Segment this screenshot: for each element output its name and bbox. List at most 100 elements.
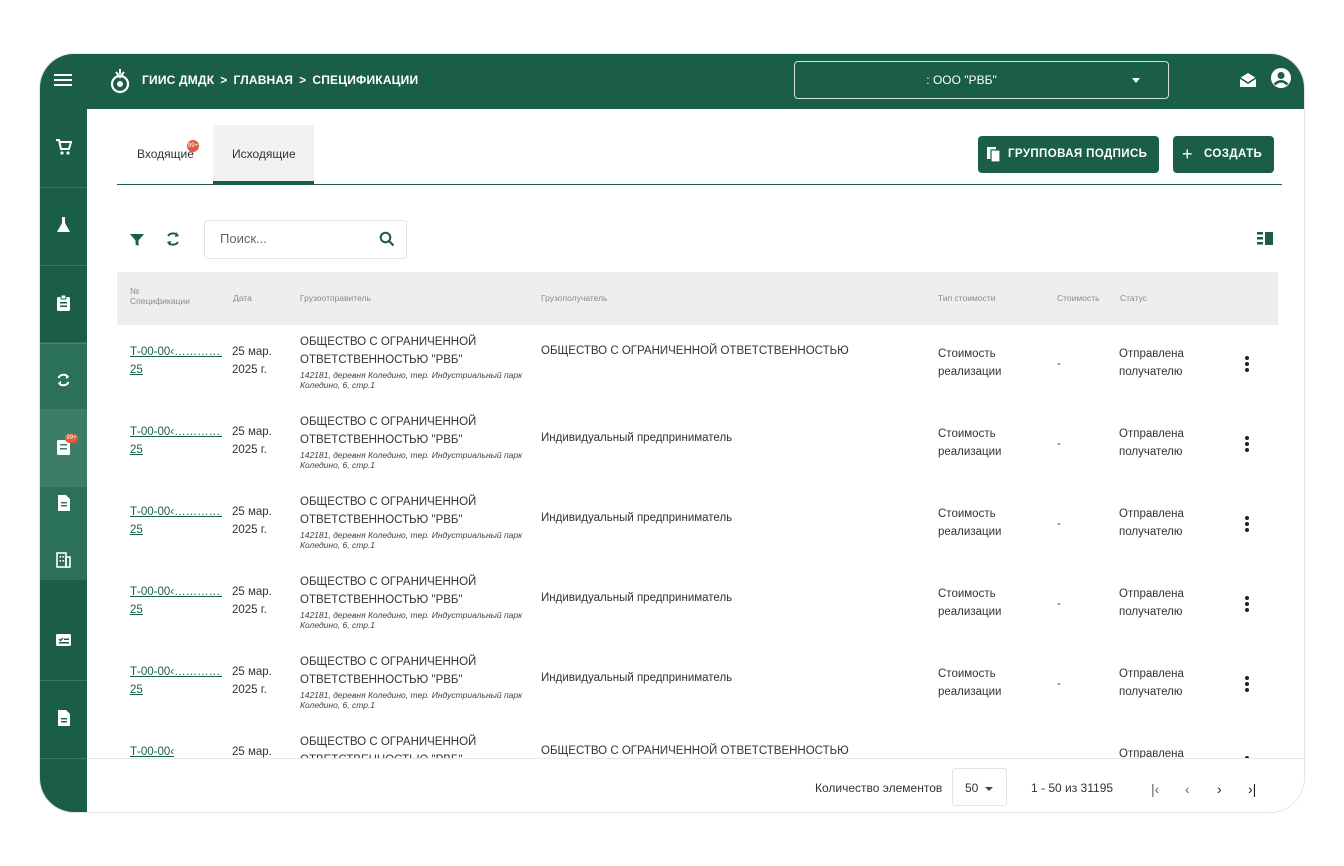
- sidebar-item-lab[interactable]: [40, 187, 87, 266]
- tab-incoming-label: Входящие: [137, 147, 194, 161]
- page-size-value: 50: [965, 781, 979, 795]
- breadcrumb-current: СПЕЦИФИКАЦИИ: [312, 73, 419, 87]
- table-row[interactable]: Т-00-00‹……………- 25 25 мар. 2025 г. ОБЩЕСТВО С…: [117, 565, 1278, 646]
- sidebar-item-organizations[interactable]: [40, 521, 87, 599]
- organization-select[interactable]: : ООО "РВБ": [794, 61, 1169, 99]
- column-status[interactable]: Статус: [1120, 293, 1147, 303]
- column-cost-type[interactable]: Тип стоимости: [938, 293, 996, 303]
- spec-number-link[interactable]: Т-00-00‹……………- 25: [130, 663, 222, 699]
- sender-cell: ОБЩЕСТВО С ОГРАНИЧЕННОЙ ОТВЕТСТВЕННОСТЬЮ…: [300, 493, 525, 550]
- cost-type-line2: реализации: [938, 526, 1002, 538]
- next-page-icon[interactable]: ›: [1217, 781, 1222, 797]
- table-row[interactable]: Т-00-00‹ 25 мар. ОБЩЕСТВО С ОГРАНИЧЕННОЙ О…: [117, 725, 1278, 759]
- sidebar-item-file[interactable]: [40, 680, 87, 759]
- tab-outgoing-label: Исходящие: [232, 147, 296, 161]
- sender-cell: ОБЩЕСТВО С ОГРАНИЧЕННОЙ ОТВЕТСТВЕННОСТЬЮ…: [300, 653, 525, 710]
- group-sign-button[interactable]: ГРУППОВАЯ ПОДПИСЬ: [978, 136, 1159, 173]
- column-sender[interactable]: Грузоотправитель: [300, 293, 371, 303]
- table-row[interactable]: Т-00-00‹……………- 25 25 мар. 2025 г. ОБЩЕСТВО С…: [117, 325, 1278, 406]
- spec-number: Т-00-00‹……………-: [130, 666, 222, 678]
- more-vert-icon[interactable]: [1245, 436, 1249, 452]
- column-receiver[interactable]: Грузополучатель: [541, 293, 608, 303]
- create-button[interactable]: + СОЗДАТЬ: [1173, 136, 1274, 173]
- document-icon: [58, 495, 70, 511]
- cost-type-cell: Стоимость реализации: [938, 585, 1001, 621]
- search-input[interactable]: [218, 230, 372, 247]
- receiver-cell: Индивидуальный предприниматель: [541, 512, 733, 524]
- spec-number: Т-00-00‹……………-: [130, 346, 222, 358]
- table-row[interactable]: Т-00-00‹……………- 25 25 мар. 2025 г. ОБЩЕСТВО С…: [117, 645, 1278, 726]
- filter-icon[interactable]: [130, 233, 144, 247]
- columns-icon[interactable]: [1257, 232, 1273, 245]
- sidebar-badge: 99+: [65, 434, 78, 443]
- plus-icon: +: [1182, 144, 1193, 164]
- spec-number-link[interactable]: Т-00-00‹……………- 25: [130, 343, 222, 379]
- receiver-cell: Индивидуальный предприниматель: [541, 592, 733, 604]
- date-year: 2025 г.: [232, 604, 267, 616]
- sidebar-item-cart[interactable]: [40, 109, 87, 188]
- checklist-icon: [56, 634, 71, 646]
- cost-type-line2: реализации: [938, 366, 1002, 378]
- sidebar-item-clipboard[interactable]: [40, 265, 87, 344]
- create-label: СОЗДАТЬ: [1204, 148, 1263, 160]
- status-line1: Отправлена: [1119, 588, 1184, 600]
- more-vert-icon[interactable]: [1245, 676, 1249, 692]
- cost-type-cell: Стоимость реализации: [938, 345, 1001, 381]
- organization-select-value: : ООО "РВБ": [926, 73, 997, 87]
- cost-cell: -: [1057, 598, 1061, 610]
- account-icon[interactable]: [1270, 67, 1292, 89]
- chevron-down-icon: [985, 787, 993, 791]
- mail-icon[interactable]: [1238, 70, 1258, 90]
- date-cell: 25 мар. 2025 г.: [232, 343, 272, 379]
- receiver-cell: ОБЩЕСТВО С ОГРАНИЧЕННОЙ ОТВЕТСТВЕННОСТЬЮ: [541, 745, 849, 757]
- refresh-icon[interactable]: [164, 230, 182, 248]
- spec-number-suffix: 25: [130, 524, 143, 536]
- status-cell: Отправлена: [1119, 745, 1184, 759]
- date-day: 25 мар.: [232, 666, 272, 678]
- column-date[interactable]: Дата: [233, 293, 252, 303]
- date-day: 25 мар.: [232, 746, 272, 758]
- search-icon[interactable]: [379, 231, 395, 247]
- column-number[interactable]: № Спецификации: [130, 286, 190, 306]
- top-bar: ГИИС ДМДК > ГЛАВНАЯ > СПЕЦИФИКАЦИИ : ООО "РВ…: [40, 54, 1304, 109]
- table-row[interactable]: Т-00-00‹……………- 25 25 мар. 2025 г. ОБЩЕСТВО С…: [117, 485, 1278, 566]
- cost-type-line1: Стоимость: [938, 428, 996, 440]
- more-vert-icon[interactable]: [1245, 596, 1249, 612]
- more-vert-icon[interactable]: [1245, 516, 1249, 532]
- cost-type-line1: Стоимость: [938, 588, 996, 600]
- pagination-bar: Количество элементов 50 1 - 50 из 31195 …: [87, 758, 1304, 812]
- sender-name: ОБЩЕСТВО С ОГРАНИЧЕННОЙ ОТВЕТСТВЕННОСТЬЮ…: [300, 576, 477, 606]
- cost-type-line1: Стоимость: [938, 668, 996, 680]
- status-line1: Отправлена: [1119, 748, 1184, 759]
- date-year: 2025 г.: [232, 524, 267, 536]
- cost-cell: -: [1057, 358, 1061, 370]
- app-window: ГИИС ДМДК > ГЛАВНАЯ > СПЕЦИФИКАЦИИ : ООО "РВ…: [40, 54, 1304, 812]
- date-cell: 25 мар. 2025 г.: [232, 663, 272, 699]
- spec-number-link[interactable]: Т-00-00‹……………- 25: [130, 583, 222, 619]
- spec-number-link[interactable]: Т-00-00‹……………- 25: [130, 423, 222, 459]
- search-field[interactable]: [204, 220, 407, 259]
- spec-number-link[interactable]: Т-00-00‹: [130, 743, 222, 759]
- breadcrumb-home[interactable]: ГЛАВНАЯ: [234, 73, 294, 87]
- breadcrumb-root[interactable]: ГИИС ДМДК: [142, 73, 214, 87]
- more-vert-icon[interactable]: [1245, 356, 1249, 372]
- spec-number: Т-00-00‹……………-: [130, 506, 222, 518]
- column-cost[interactable]: Стоимость: [1057, 293, 1100, 303]
- last-page-icon[interactable]: ›|: [1248, 781, 1256, 797]
- cost-cell: -: [1057, 518, 1061, 530]
- first-page-icon[interactable]: |‹: [1151, 781, 1159, 797]
- menu-icon[interactable]: [54, 71, 72, 91]
- page-size-select[interactable]: 50: [952, 768, 1007, 806]
- clipboard-icon: [57, 294, 70, 311]
- tab-outgoing[interactable]: Исходящие: [213, 125, 314, 184]
- status-line1: Отправлена: [1119, 428, 1184, 440]
- sender-address: 142181, деревня Коледино, тер. Индустриа…: [300, 690, 523, 710]
- sidebar-item-checklist[interactable]: [40, 602, 87, 681]
- status-line1: Отправлена: [1119, 668, 1184, 680]
- spec-number-link[interactable]: Т-00-00‹……………- 25: [130, 503, 222, 539]
- breadcrumb-separator: >: [220, 73, 228, 87]
- sender-cell: ОБЩЕСТВО С ОГРАНИЧЕННОЙ ОТВЕТСТВЕННОСТЬЮ…: [300, 573, 525, 630]
- previous-page-icon[interactable]: ‹: [1185, 781, 1190, 797]
- table-row[interactable]: Т-00-00‹……………- 25 25 мар. 2025 г. ОБЩЕСТВО С…: [117, 405, 1278, 486]
- tab-incoming[interactable]: Входящие 99+: [117, 125, 213, 183]
